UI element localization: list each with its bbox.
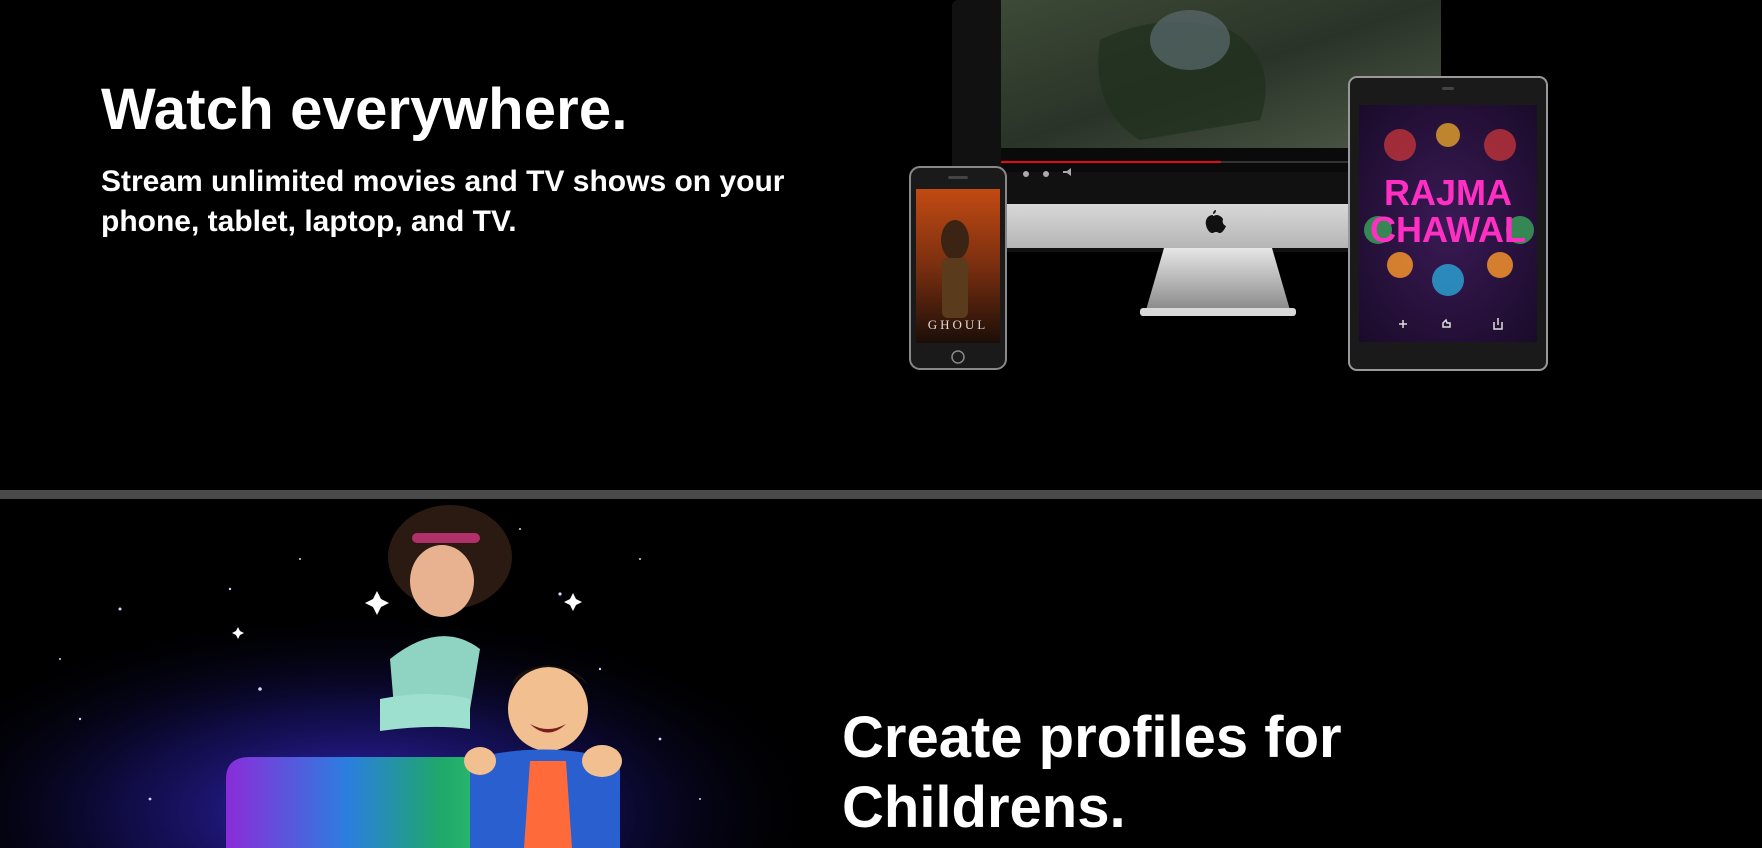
progress-bar (1001, 161, 1221, 163)
watch-everywhere-section: Watch everywhere. Stream unlimited movie… (0, 0, 1762, 490)
section-divider (0, 490, 1762, 499)
phone-device: GHOUL (909, 166, 1007, 370)
kids-profile-illustration (0, 499, 800, 848)
watch-heading: Watch everywhere. (101, 77, 628, 142)
rewind-icon (1023, 171, 1029, 177)
tablet-device: RAJMA CHAWAL (1348, 76, 1548, 371)
forward-icon (1043, 171, 1049, 177)
profiles-heading: Create profiles for Childrens. (842, 705, 1342, 840)
devices-illustration: GHOUL RAJMA CHAWAL (909, 0, 1548, 371)
profiles-section: Create profiles for Childrens. (0, 499, 1762, 848)
phone-poster-title: GHOUL (928, 317, 989, 332)
tablet-poster-title-line1: RAJMA (1384, 172, 1512, 213)
watch-description: Stream unlimited movies and TV shows on … (101, 165, 785, 238)
tablet-poster-title-line2: CHAWAL (1370, 209, 1526, 250)
